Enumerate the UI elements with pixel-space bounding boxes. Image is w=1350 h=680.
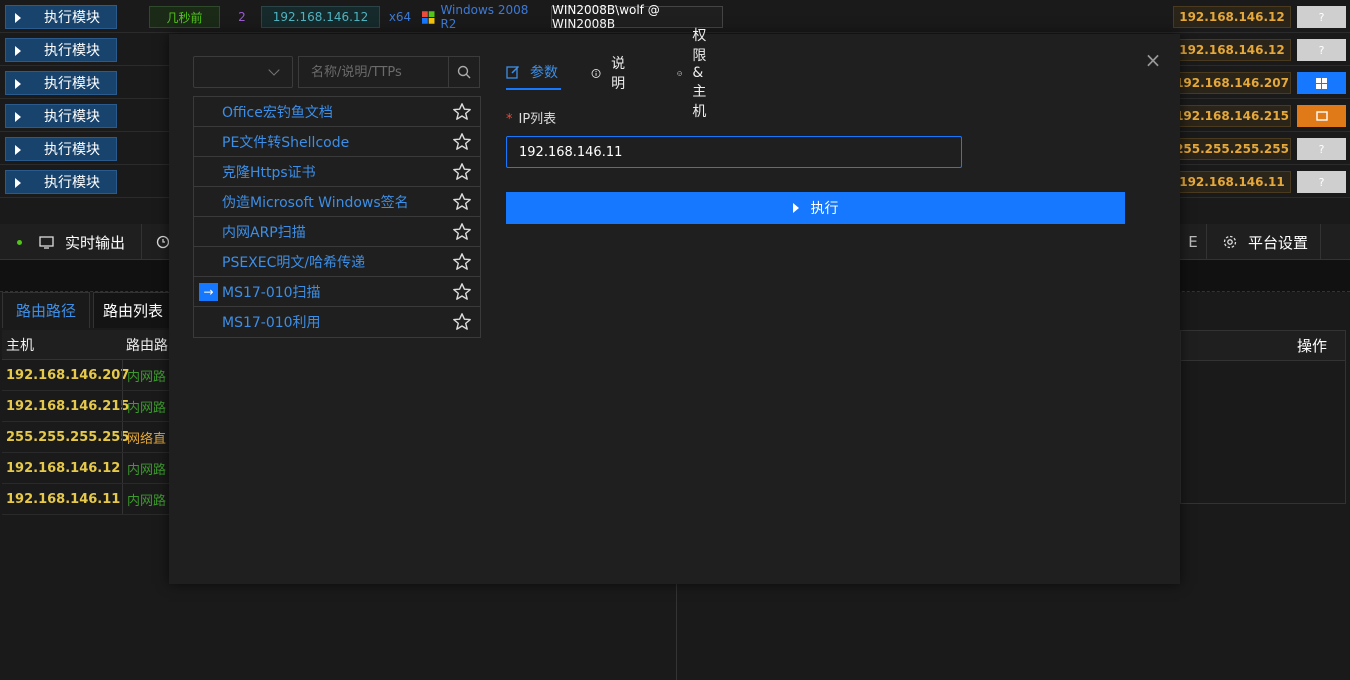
close-icon[interactable]: ×	[1143, 50, 1163, 70]
required-mark: *	[506, 112, 513, 127]
play-icon	[792, 203, 799, 213]
tab-route-path[interactable]: 路由路径	[2, 292, 90, 328]
search-button[interactable]	[448, 56, 480, 88]
windows-badge-icon	[1297, 72, 1346, 94]
gear-icon	[1223, 235, 1237, 249]
list-item[interactable]: 内网ARP扫描	[194, 217, 480, 247]
star-icon[interactable]	[452, 282, 472, 302]
play-icon	[15, 145, 21, 155]
list-item[interactable]: PSEXEC明文/哈希传递	[194, 247, 480, 277]
chevron-down-icon	[268, 64, 280, 76]
tab-description[interactable]: 说明	[591, 56, 630, 92]
monitor-icon	[39, 236, 54, 249]
session-ip-chip: 192.168.146.12	[261, 6, 380, 28]
session-row: 执行模块 几秒前 2 192.168.146.12 x64 Windows 20…	[0, 0, 1350, 33]
right-ip: 192.168.146.11	[1173, 171, 1291, 193]
list-item[interactable]: MS17-010利用	[194, 307, 480, 337]
play-icon	[15, 79, 21, 89]
pane-divider[interactable]	[676, 584, 677, 680]
execute-module-button[interactable]: 执行模块	[5, 137, 117, 161]
right-ip: 192.168.146.12	[1173, 6, 1291, 28]
windows-logo-icon	[422, 10, 435, 24]
execute-module-button[interactable]: 执行模块	[5, 38, 117, 62]
module-type-select[interactable]	[193, 56, 293, 88]
execute-module-button[interactable]: 执行模块	[5, 5, 117, 29]
tab-platform-settings[interactable]: 平台设置	[1207, 224, 1321, 260]
star-icon[interactable]	[452, 162, 472, 182]
search-icon	[457, 65, 471, 79]
list-item[interactable]: Office宏钓鱼文档	[194, 97, 480, 127]
right-ip: 255.255.255.255	[1173, 138, 1291, 160]
star-icon[interactable]	[452, 252, 472, 272]
device-badge-icon	[1297, 105, 1346, 127]
tab-permission-host[interactable]: 权限&主机	[677, 28, 716, 120]
list-item[interactable]: 伪造Microsoft Windows签名	[194, 187, 480, 217]
tab-partial[interactable]: E	[1180, 224, 1207, 260]
tab-params[interactable]: 参数	[506, 56, 561, 90]
list-item-selected[interactable]: → MS17-010扫描	[194, 277, 480, 307]
check-circle-icon	[677, 70, 683, 76]
star-icon[interactable]	[452, 102, 472, 122]
os-badge: ?	[1297, 6, 1346, 28]
arch-chip: x64	[388, 10, 412, 24]
status-dot	[17, 240, 22, 245]
os-chip: Windows 2008 R2	[422, 3, 544, 31]
list-item[interactable]: PE文件转Shellcode	[194, 127, 480, 157]
star-icon[interactable]	[452, 132, 472, 152]
os-badge: ?	[1297, 138, 1346, 160]
execute-module-button[interactable]: 执行模块	[5, 104, 117, 128]
star-icon[interactable]	[452, 192, 472, 212]
run-button[interactable]: 执行	[506, 192, 1125, 224]
operations-panel: 操作	[1180, 330, 1346, 504]
os-badge: ?	[1297, 171, 1346, 193]
star-icon[interactable]	[452, 222, 472, 242]
arrow-right-icon: →	[199, 283, 218, 301]
play-icon	[15, 178, 21, 188]
tab-route-list[interactable]: 路由列表	[93, 292, 173, 328]
ip-list-label: * IP列表	[506, 112, 557, 127]
execute-module-button[interactable]: 执行模块	[5, 71, 117, 95]
module-search-input[interactable]	[298, 56, 448, 88]
ip-list-input[interactable]	[506, 136, 962, 168]
play-icon	[15, 46, 21, 56]
right-ip: 192.168.146.207	[1173, 72, 1291, 94]
execute-module-button[interactable]: 执行模块	[5, 170, 117, 194]
right-ip: 192.168.146.12	[1173, 39, 1291, 61]
pid-chip: 2	[238, 10, 246, 24]
play-icon	[15, 13, 21, 23]
edit-icon	[506, 65, 520, 79]
tab-realtime-output[interactable]: 实时输出	[36, 224, 142, 260]
list-item[interactable]: 克隆Https证书	[194, 157, 480, 187]
module-dialog: × Office宏钓鱼文档 PE文件转Shellcode 克隆Https证书 伪…	[169, 28, 1180, 584]
os-badge: ?	[1297, 39, 1346, 61]
last-seen-chip: 几秒前	[149, 6, 220, 28]
play-icon	[15, 112, 21, 122]
info-icon	[591, 68, 601, 78]
tab-history-icon[interactable]	[142, 224, 172, 260]
right-ip: 192.168.146.215	[1173, 105, 1291, 127]
operations-header: 操作	[1181, 331, 1345, 361]
module-list: Office宏钓鱼文档 PE文件转Shellcode 克隆Https证书 伪造M…	[193, 96, 481, 338]
star-icon[interactable]	[452, 312, 472, 332]
